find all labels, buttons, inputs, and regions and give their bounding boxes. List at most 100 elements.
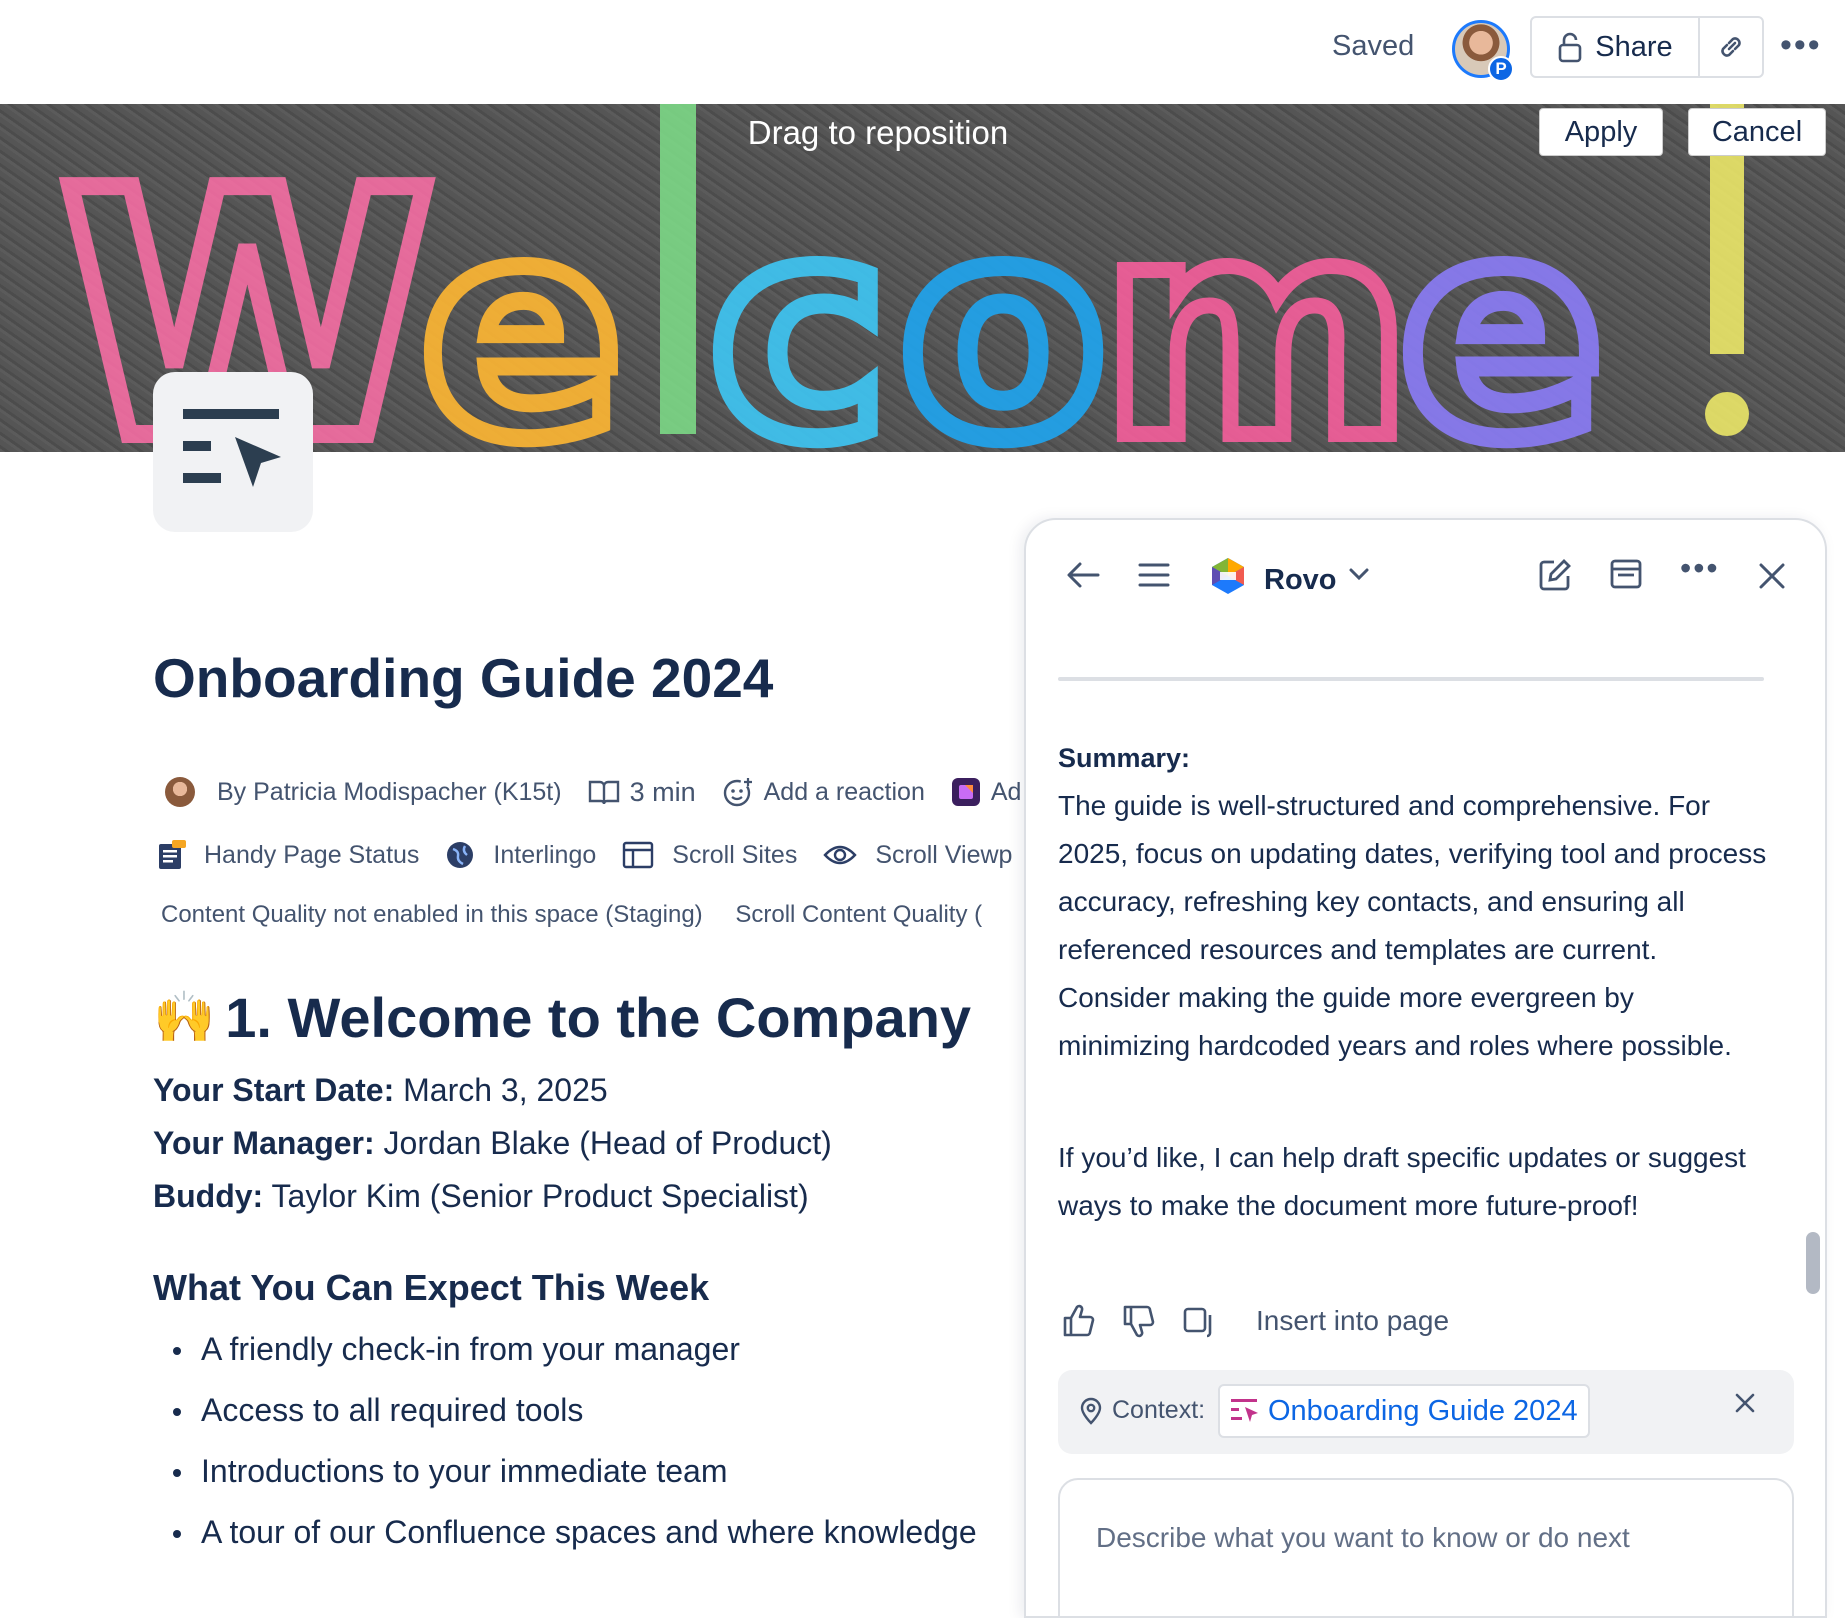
rovo-prompt-input[interactable]: Describe what you want to know or do nex…	[1058, 1478, 1794, 1616]
app-handy-page-status[interactable]: Handy Page Status	[158, 840, 419, 870]
remove-context-icon[interactable]	[1734, 1392, 1756, 1414]
share-group: Share	[1530, 16, 1764, 78]
apply-button[interactable]: Apply	[1539, 108, 1663, 156]
page-title: Onboarding Guide 2024	[153, 647, 774, 709]
author-avatar	[165, 777, 195, 807]
more-options-icon[interactable]: •••	[1680, 550, 1720, 587]
summary-title: Summary:	[1058, 743, 1191, 773]
start-date-label: Your Start Date:	[153, 1072, 395, 1108]
section-heading: 🙌 1. Welcome to the Company	[153, 985, 1023, 1050]
insert-into-page-button[interactable]: Insert into page	[1256, 1305, 1449, 1337]
chevron-down-icon[interactable]	[1348, 566, 1370, 582]
page-body: 🙌 1. Welcome to the Company Your Start D…	[153, 985, 1023, 1575]
expectations-list: A friendly check-in from your manager Ac…	[153, 1331, 1023, 1551]
subheading: What You Can Expect This Week	[153, 1267, 710, 1308]
message-divider	[1058, 677, 1764, 681]
app-label: Scroll Sites	[672, 840, 798, 869]
chalk-letter-e: e	[420, 156, 623, 452]
avatar-badge: P	[1488, 56, 1514, 82]
start-date-value: March 3, 2025	[394, 1072, 608, 1108]
read-time: 3 min	[629, 776, 696, 807]
back-arrow-icon[interactable]	[1066, 560, 1100, 590]
buddy-value: Taylor Kim (Senior Product Specialist)	[263, 1178, 809, 1214]
book-icon	[588, 780, 619, 805]
context-page-chip[interactable]: Onboarding Guide 2024	[1218, 1384, 1590, 1438]
section-heading-text: 1. Welcome to the Company	[225, 986, 972, 1049]
layout-icon	[623, 841, 654, 869]
manager-value: Jordan Blake (Head of Product)	[374, 1125, 832, 1161]
app-scroll-viewport[interactable]: Scroll Viewp	[823, 841, 1012, 870]
chalk-exclamation-dot	[1705, 392, 1749, 436]
agent-name[interactable]: Rovo	[1264, 564, 1337, 597]
rovo-logo-icon	[1212, 558, 1244, 594]
rovo-chat-panel: Rovo ••• Summary: The guide is well-stru…	[1024, 518, 1827, 1618]
thumbs-down-icon[interactable]	[1122, 1304, 1156, 1338]
copy-icon[interactable]	[1182, 1304, 1216, 1338]
thumbs-up-icon[interactable]	[1062, 1304, 1096, 1338]
scroll-content-quality[interactable]: Scroll Content Quality (	[735, 901, 982, 928]
share-label: Share	[1595, 30, 1673, 63]
apps-row: Handy Page Status Interlingo Scroll Site…	[158, 840, 1038, 870]
eye-icon	[823, 845, 857, 865]
start-date-line: Your Start Date: March 3, 2025	[153, 1072, 1023, 1109]
app-extension-label: Ad	[990, 777, 1022, 806]
list-item: Introductions to your immediate team	[153, 1453, 1023, 1490]
rovo-followup: If you’d like, I can help draft specific…	[1058, 1142, 1746, 1221]
app-label: Scroll Viewp	[875, 840, 1013, 869]
content-quality-status[interactable]: Content Quality not enabled in this spac…	[161, 901, 703, 928]
page-cursor-icon	[1231, 1399, 1258, 1422]
menu-icon[interactable]	[1138, 560, 1170, 590]
page-cursor-icon	[183, 409, 281, 487]
copy-link-button[interactable]	[1700, 18, 1762, 76]
list-item: A friendly check-in from your manager	[153, 1331, 1023, 1368]
page-byline: By Patricia Modispacher (K15t) 3 min Add…	[165, 776, 1047, 808]
buddy-label: Buddy:	[153, 1178, 264, 1214]
chalk-letter-o: o	[900, 156, 1106, 452]
app-extension-icon	[951, 778, 980, 806]
raising-hands-icon: 🙌	[153, 989, 216, 1045]
chalk-letter-l	[660, 104, 696, 434]
context-page-title: Onboarding Guide 2024	[1268, 1394, 1578, 1427]
summary-text: The guide is well-structured and compreh…	[1058, 790, 1767, 1061]
buddy-line: Buddy: Taylor Kim (Senior Product Specia…	[153, 1178, 1023, 1215]
app-label: Interlingo	[493, 840, 597, 869]
prompt-placeholder: Describe what you want to know or do nex…	[1096, 1522, 1630, 1553]
globe-icon	[447, 842, 474, 868]
top-bar: Saved P Share •••	[0, 0, 1845, 104]
rovo-summary: Summary: The guide is well-structured an…	[1058, 734, 1768, 1070]
rovo-panel-header: Rovo •••	[1026, 520, 1825, 630]
app-extension-item[interactable]: Ad	[951, 777, 1022, 807]
location-pin-icon	[1080, 1397, 1102, 1425]
link-icon	[1721, 37, 1741, 57]
panel-scrollbar[interactable]	[1806, 1232, 1820, 1294]
author-name: By Patricia Modispacher (K15t)	[217, 777, 562, 806]
cancel-button[interactable]: Cancel	[1688, 108, 1826, 156]
app-scroll-sites[interactable]: Scroll Sites	[622, 841, 797, 870]
author-item[interactable]: By Patricia Modispacher (K15t)	[165, 777, 562, 807]
app-label: Handy Page Status	[204, 840, 420, 869]
app-interlingo[interactable]: Interlingo	[445, 840, 596, 870]
new-chat-edit-icon[interactable]	[1538, 558, 1572, 592]
close-icon[interactable]	[1758, 562, 1786, 590]
chalk-letter-m: m	[1100, 156, 1413, 452]
chalk-letter-e2: e	[1400, 156, 1603, 452]
context-bar: Context: Onboarding Guide 2024	[1058, 1370, 1794, 1454]
page-emoji-icon[interactable]	[153, 372, 313, 532]
save-status: Saved	[1332, 30, 1415, 62]
manager-label: Your Manager:	[153, 1125, 375, 1161]
history-panel-icon[interactable]	[1610, 558, 1642, 590]
manager-line: Your Manager: Jordan Blake (Head of Prod…	[153, 1125, 1023, 1162]
context-label: Context:	[1112, 1396, 1206, 1424]
list-item: A tour of our Confluence spaces and wher…	[153, 1514, 1023, 1551]
chalk-letter-c: c	[710, 156, 888, 452]
read-time-item: 3 min	[588, 777, 696, 808]
page-status-icon	[159, 840, 186, 869]
emoji-add-icon	[723, 778, 752, 807]
more-actions-icon[interactable]: •••	[1780, 26, 1822, 65]
share-button[interactable]: Share	[1532, 18, 1700, 76]
add-reaction-button[interactable]: Add a reaction	[722, 776, 925, 808]
list-item: Access to all required tools	[153, 1392, 1023, 1429]
content-quality-row: Content Quality not enabled in this spac…	[161, 901, 1008, 929]
unlock-icon	[1558, 32, 1582, 63]
add-reaction-label: Add a reaction	[763, 777, 925, 806]
